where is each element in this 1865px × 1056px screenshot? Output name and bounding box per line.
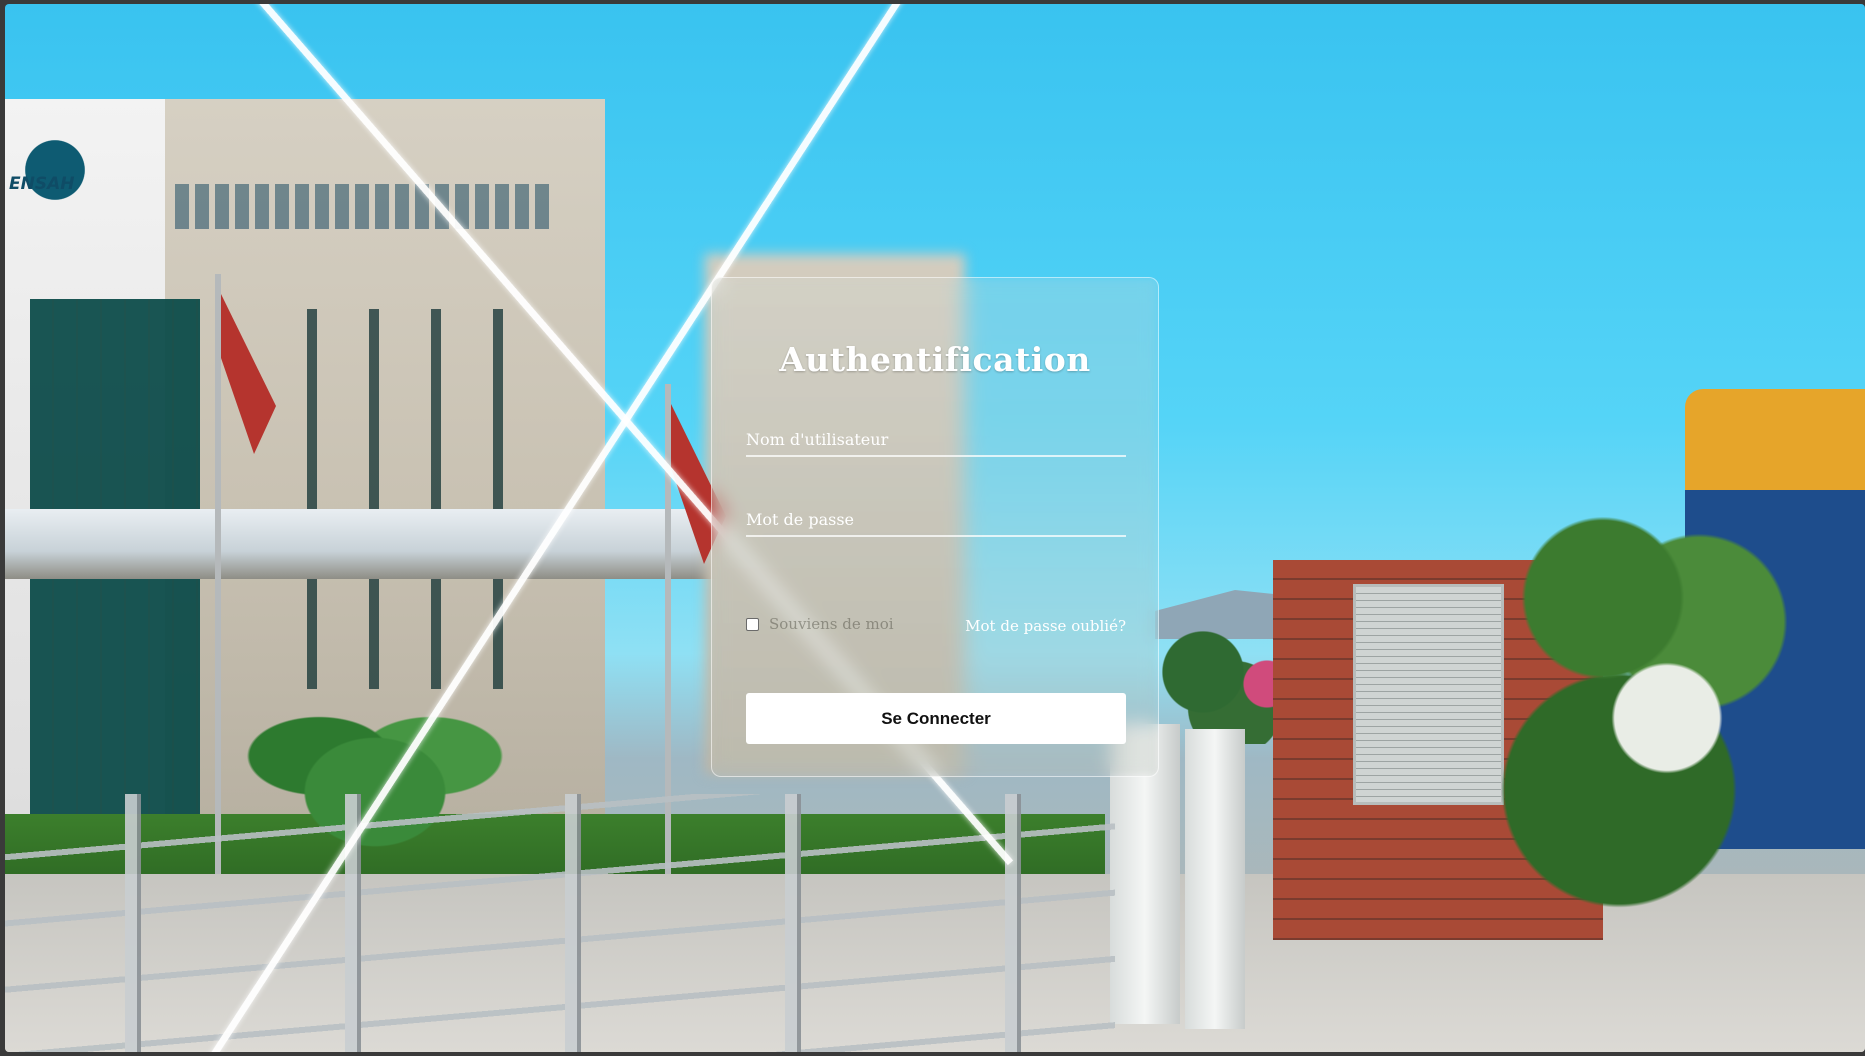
login-title: Authentification xyxy=(779,340,1091,379)
password-input[interactable] xyxy=(746,510,1126,529)
login-card: Authentification Souviens de moi Mot de … xyxy=(711,277,1159,777)
pillar xyxy=(1185,729,1245,1029)
username-field xyxy=(746,415,1126,457)
password-field xyxy=(746,495,1126,537)
flowering-bush xyxy=(1475,454,1795,934)
forgot-password-link[interactable]: Mot de passe oublié? xyxy=(965,617,1126,635)
remember-label: Souviens de moi xyxy=(769,615,894,633)
remember-checkbox[interactable] xyxy=(746,617,759,631)
school-logo-text: ENSAH xyxy=(9,174,75,194)
login-button[interactable]: Se Connecter xyxy=(746,693,1126,744)
building-sign-lettering xyxy=(175,184,555,229)
remember-row: Souviens de moi Mot de passe oublié? xyxy=(746,615,1126,641)
railing xyxy=(5,794,1115,1052)
entrance-canopy xyxy=(5,509,765,579)
username-input[interactable] xyxy=(746,430,1126,449)
remember-me[interactable]: Souviens de moi xyxy=(746,615,894,633)
